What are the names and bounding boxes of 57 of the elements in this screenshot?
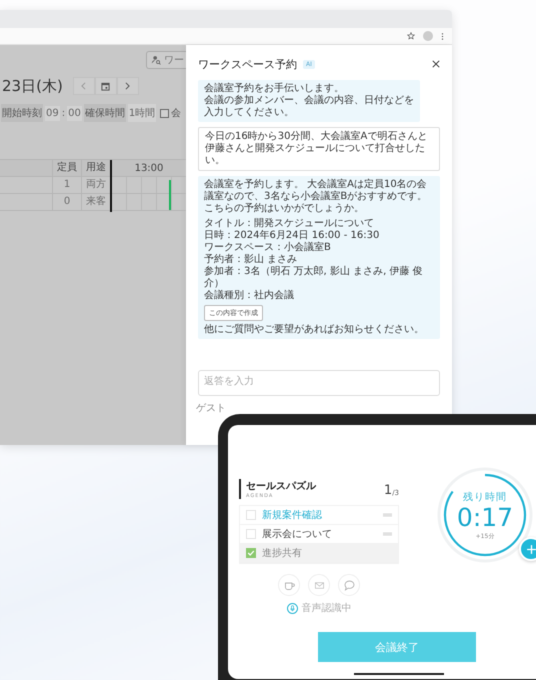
date-heading: 23日(木) bbox=[2, 76, 63, 96]
reply-input-field[interactable]: 返答を入力 bbox=[198, 370, 440, 396]
microphone-icon[interactable] bbox=[286, 602, 298, 614]
drag-handle-icon[interactable] bbox=[383, 532, 392, 536]
timeline-marker bbox=[169, 180, 171, 210]
timeline-header: 13:00 bbox=[134, 162, 164, 174]
checkbox-label: 会 bbox=[171, 107, 182, 120]
field-label: 開始時刻 bbox=[1, 104, 43, 122]
title-accent-bar bbox=[239, 479, 241, 499]
message-text: 今日の16時から30分間、大会議室Aで明石さんと伊藤さんと開発スケジュールについて打合せしたい。 bbox=[205, 131, 428, 167]
next-button[interactable] bbox=[116, 77, 139, 95]
agenda-item[interactable]: 新規案件確認 bbox=[262, 508, 377, 522]
current-time-line bbox=[110, 160, 112, 212]
table-cell: 0 bbox=[52, 194, 81, 210]
drag-handle-icon[interactable] bbox=[383, 513, 392, 517]
checkbox[interactable] bbox=[160, 108, 170, 118]
profile-avatar[interactable] bbox=[423, 31, 433, 41]
timer-label: 残り時間 bbox=[463, 490, 507, 504]
booking-detail: 予約者：影山 まさみ bbox=[204, 254, 298, 266]
agenda-checkbox[interactable] bbox=[246, 548, 256, 558]
duration-field[interactable]: 1時間 bbox=[128, 104, 156, 122]
field-label: 確保時間 bbox=[84, 104, 126, 122]
voice-status: 音声認識中 bbox=[302, 602, 352, 615]
time-separator: : bbox=[62, 108, 66, 118]
workspace-button[interactable]: ワー bbox=[146, 51, 186, 69]
meeting-title: セールスパズル bbox=[246, 480, 318, 493]
add-time-button[interactable] bbox=[519, 537, 536, 561]
agenda-item[interactable]: 展示会について bbox=[262, 527, 377, 541]
chat-bubble-icon[interactable] bbox=[338, 574, 360, 596]
close-icon[interactable] bbox=[432, 60, 440, 68]
table-cell: 1 bbox=[52, 177, 81, 193]
remaining-time: 0:17 bbox=[456, 504, 514, 532]
panel-title: ワークスペース予約 bbox=[198, 56, 297, 72]
booking-detail: タイトル：開発スケジュールについて bbox=[204, 218, 375, 230]
booking-detail: 会議種別：社内会議 bbox=[204, 290, 295, 302]
message-text: 会議の参加メンバー、会議の内容、日付などを入力してください。 bbox=[204, 95, 414, 119]
envelope-icon[interactable] bbox=[308, 574, 330, 596]
calendar-icon bbox=[101, 82, 110, 90]
message-text: 会議室を予約します。 大会議室Aは定員10名の会議室なので、3名なら小会議室Bがおすすめです。こちらの予約はいかがでしょうか。 bbox=[204, 179, 428, 215]
person-search-icon bbox=[151, 55, 161, 65]
booking-detail: 参加者：3名（明石 万太郎, 影山 まさみ, 伊藤 俊介） bbox=[204, 266, 424, 290]
minute-field[interactable]: 00 bbox=[67, 106, 82, 120]
chevron-left-icon bbox=[81, 82, 86, 90]
menu-icon[interactable] bbox=[441, 32, 444, 40]
booking-detail: ワークスペース：小会議室B bbox=[204, 242, 332, 254]
coffee-cup-icon[interactable] bbox=[278, 574, 300, 596]
chevron-right-icon bbox=[125, 82, 130, 90]
hour-field[interactable]: 09 bbox=[45, 106, 60, 120]
column-header: 定員 bbox=[52, 160, 81, 176]
guest-note: ゲスト bbox=[196, 402, 226, 415]
page-number: 1 bbox=[384, 483, 392, 498]
message-text: 会議室予約をお手伝いします。 bbox=[204, 83, 345, 94]
star-icon[interactable] bbox=[407, 32, 415, 40]
plus-icon bbox=[526, 544, 536, 554]
booking-detail: 日時：2024年6月24日 16:00 - 16:30 bbox=[204, 230, 380, 242]
calendar-button[interactable] bbox=[94, 77, 117, 95]
message-text: 他にご質問やご要望があればお知らせください。 bbox=[204, 324, 425, 336]
